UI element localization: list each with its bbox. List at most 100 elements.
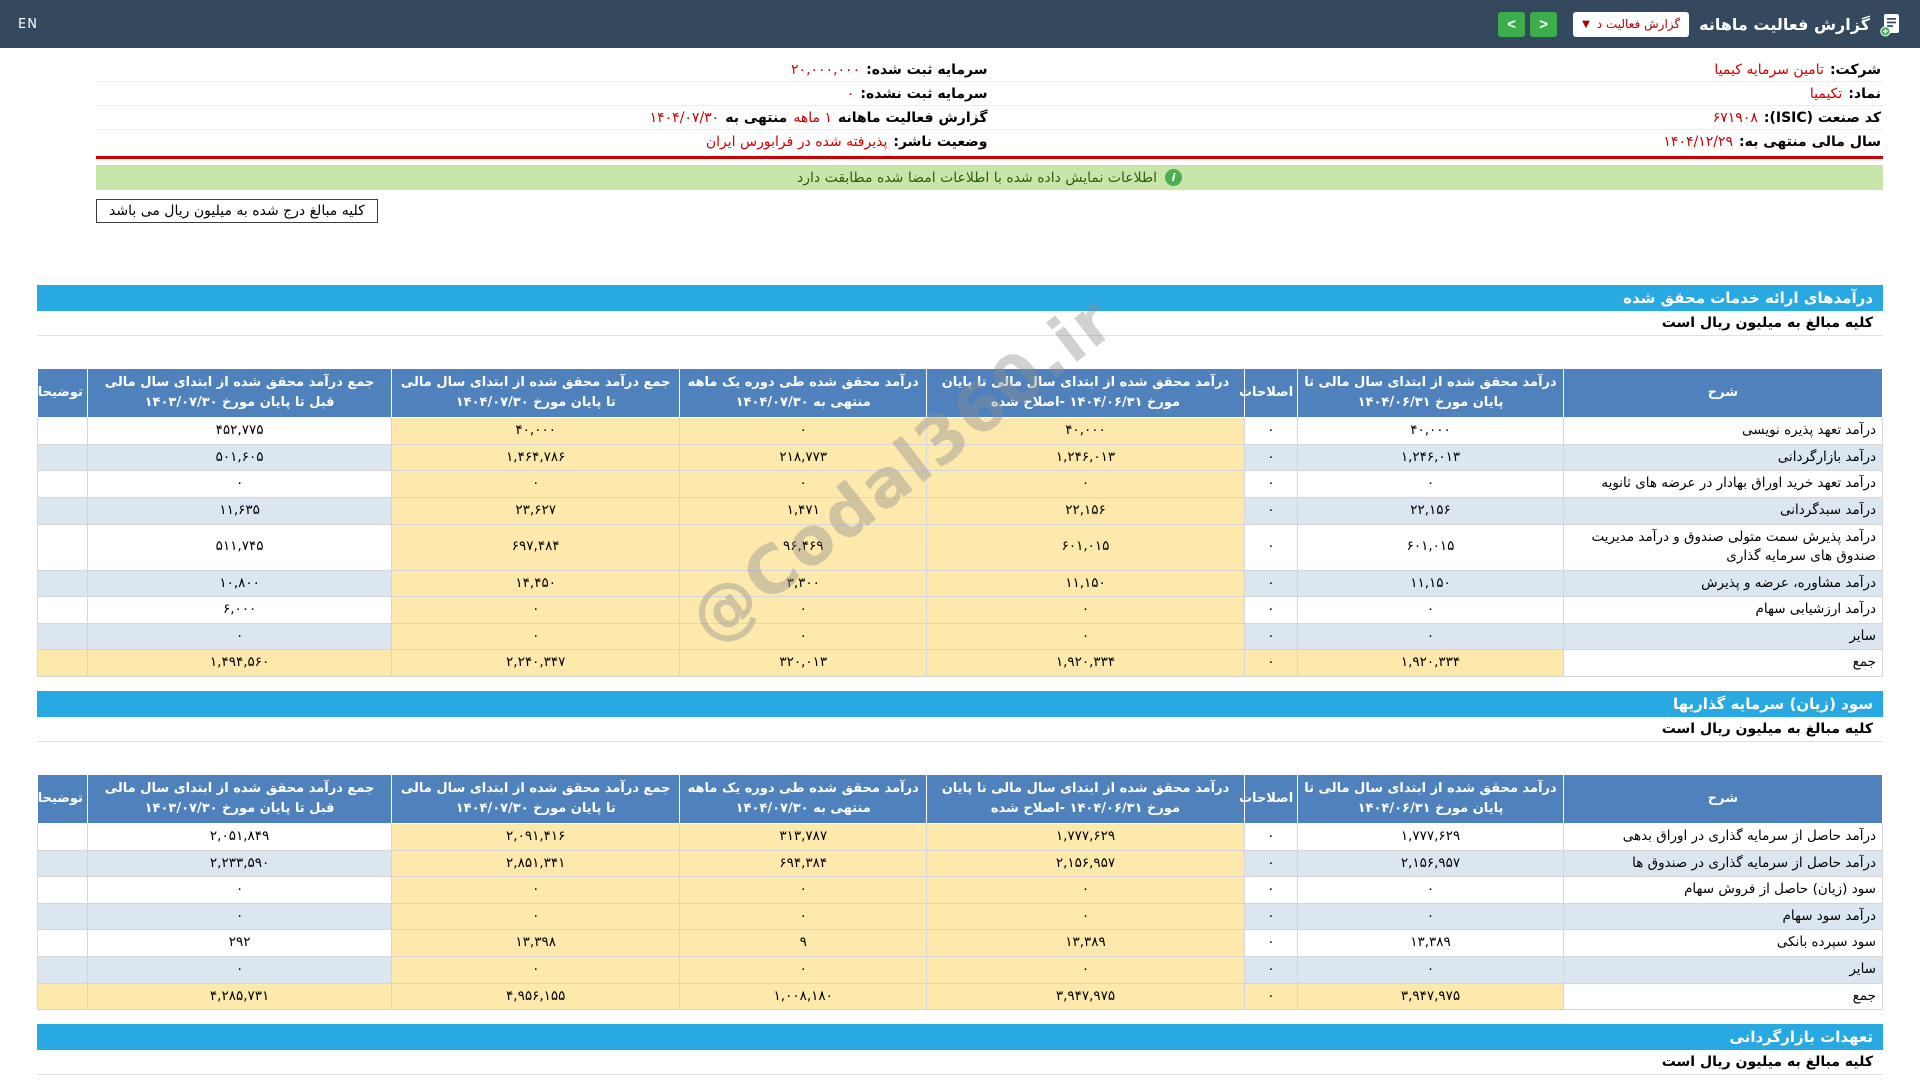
unit-note-row: کلیه مبالغ درج شده به میلیون ریال می باش… xyxy=(96,199,1883,223)
row-label: سایر xyxy=(1563,623,1882,650)
cell-value: ۳,۳۰۰ xyxy=(680,570,927,597)
company-value[interactable]: تامین سرمایه کیمیا xyxy=(1714,62,1824,78)
cell-value: ۴۰,۰۰۰ xyxy=(927,418,1244,445)
report-period-value: ۱ ماهه xyxy=(793,110,832,126)
row-label: درآمد پذیرش سمت متولی صندوق و درآمد مدیر… xyxy=(1563,524,1882,570)
nav-arrow-left-button[interactable]: < xyxy=(1530,12,1557,37)
row-label: درآمد حاصل از سرمایه گذاری در اوراق بدهی xyxy=(1563,824,1882,851)
cell-value: ۰ xyxy=(927,877,1244,904)
cell-value xyxy=(38,983,88,1010)
cell-value xyxy=(38,903,88,930)
cell-value xyxy=(38,930,88,957)
cell-value: ۰ xyxy=(87,623,391,650)
table-row: سود (زیان) حاصل از فروش سهام۰۰۰۰۰۰ xyxy=(38,877,1883,904)
language-toggle[interactable]: EN xyxy=(18,17,38,32)
table-row: سود سپرده بانکی۱۳,۳۸۹۰۱۳,۳۸۹۹۱۳,۳۹۸۲۹۲ xyxy=(38,930,1883,957)
cell-value xyxy=(38,850,88,877)
cell-value: ۳,۹۴۷,۹۷۵ xyxy=(1298,983,1564,1010)
report-type-dropdown[interactable]: گزارش فعالیت د ▼ xyxy=(1573,12,1689,37)
cell-value: ۰ xyxy=(1244,850,1298,877)
table-row: سایر۰۰۰۰۰۰ xyxy=(38,623,1883,650)
cell-value: ۱,۷۷۷,۶۲۹ xyxy=(1298,824,1564,851)
cell-value: ۲,۲۳۳,۵۹۰ xyxy=(87,850,391,877)
cell-value: ۱,۰۰۸,۱۸۰ xyxy=(680,983,927,1010)
table-row: درآمد تعهد پذیره نویسی۴۰,۰۰۰۰۴۰,۰۰۰۰۴۰,۰… xyxy=(38,418,1883,445)
registered-capital-label: سرمایه ثبت شده: xyxy=(866,62,987,78)
cell-value: ۶۰۱,۰۱۵ xyxy=(927,524,1244,570)
info-col-left: سرمایه ثبت شده: ۲۰,۰۰۰,۰۰۰ سرمایه ثبت نش… xyxy=(96,58,990,154)
cell-value: ۲,۱۵۶,۹۵۷ xyxy=(927,850,1244,877)
cell-value: ۲,۸۵۱,۳۴۱ xyxy=(392,850,680,877)
cell-value: ۲۱۸,۷۷۳ xyxy=(680,444,927,471)
fiscal-year-end-row: سال مالی منتهی به: ۱۴۰۴/۱۲/۲۹ xyxy=(990,130,1884,154)
cell-value: ۰ xyxy=(1244,824,1298,851)
cell-value: ۶,۰۰۰ xyxy=(87,597,391,624)
cell-value: ۰ xyxy=(87,471,391,498)
cell-value: ۰ xyxy=(680,623,927,650)
cell-value: ۱۳,۳۸۹ xyxy=(1298,930,1564,957)
column-header: اصلاحات xyxy=(1244,369,1298,418)
unregistered-capital-value: ۰ xyxy=(847,86,855,102)
cell-value: ۰ xyxy=(1244,418,1298,445)
navbar-right-group: گزارش فعالیت ماهانه گزارش فعالیت د ▼ < > xyxy=(1498,12,1902,37)
report-body: درآمدهای ارائه خدمات محقق شده کلیه مبالغ… xyxy=(37,285,1883,1075)
row-label: درآمد ارزشیابی سهام xyxy=(1563,597,1882,624)
table-header-row: شرحدرآمد محقق شده از ابتدای سال مالی تا … xyxy=(38,369,1883,418)
column-header: جمع درآمد محقق شده از ابتدای سال مالی تا… xyxy=(392,369,680,418)
cell-value xyxy=(38,570,88,597)
row-label: سایر xyxy=(1563,957,1882,984)
cell-value: ۶۹۴,۳۸۴ xyxy=(680,850,927,877)
table-row: درآمد مشاوره، عرضه و پذیرش۱۱,۱۵۰۰۱۱,۱۵۰۳… xyxy=(38,570,1883,597)
report-type-dropdown-label: گزارش فعالیت د xyxy=(1597,17,1680,31)
currency-unit-note: کلیه مبالغ درج شده به میلیون ریال می باش… xyxy=(96,199,378,223)
cell-value: ۰ xyxy=(680,471,927,498)
section-market-making-commitments: تعهدات بازارگردانی کلیه مبالغ به میلیون … xyxy=(37,1024,1883,1075)
cell-value xyxy=(38,497,88,524)
section-investment-profit: سود (زیان) سرمایه گذاریها کلیه مبالغ به … xyxy=(37,691,1883,1010)
column-header: اصلاحات xyxy=(1244,774,1298,823)
row-label: سود سپرده بانکی xyxy=(1563,930,1882,957)
signature-match-notice: i اطلاعات نمایش داده شده با اطلاعات امضا… xyxy=(96,165,1883,190)
cell-value: ۰ xyxy=(1298,957,1564,984)
table-row: درآمد ارزشیابی سهام۰۰۰۰۰۶,۰۰۰ xyxy=(38,597,1883,624)
top-navbar: گزارش فعالیت ماهانه گزارش فعالیت د ▼ < >… xyxy=(0,0,1920,48)
table-row: درآمد حاصل از سرمایه گذاری در صندوق ها۲,… xyxy=(38,850,1883,877)
cell-value: ۲,۰۹۱,۴۱۶ xyxy=(392,824,680,851)
section-title-bar: سود (زیان) سرمایه گذاریها xyxy=(37,691,1883,717)
cell-value: ۱۱,۶۳۵ xyxy=(87,497,391,524)
symbol-value: تکیمیا xyxy=(1810,86,1842,102)
cell-value xyxy=(38,650,88,677)
cell-value: ۱۱,۱۵۰ xyxy=(1298,570,1564,597)
info-col-right: شرکت: تامین سرمایه کیمیا نماد: تکیمیا کد… xyxy=(990,58,1884,154)
cell-value xyxy=(38,877,88,904)
registered-capital-value: ۲۰,۰۰۰,۰۰۰ xyxy=(791,62,860,78)
row-label: سود (زیان) حاصل از فروش سهام xyxy=(1563,877,1882,904)
symbol-row: نماد: تکیمیا xyxy=(990,82,1884,106)
cell-value: ۱,۴۷۱ xyxy=(680,497,927,524)
cell-value: ۰ xyxy=(680,957,927,984)
info-icon: i xyxy=(1165,169,1182,186)
row-label: جمع xyxy=(1563,983,1882,1010)
nav-arrow-right-button[interactable]: > xyxy=(1498,12,1525,37)
cell-value: ۲,۱۵۶,۹۵۷ xyxy=(1298,850,1564,877)
cell-value: ۰ xyxy=(1244,650,1298,677)
issuer-status-row: وضعیت ناشر: پذیرفته شده در فرابورس ایران xyxy=(96,130,990,154)
report-period-row: گزارش فعالیت ماهانه ۱ ماهه منتهی به ۱۴۰۴… xyxy=(96,106,990,130)
fiscal-year-end-label: سال مالی منتهی به: xyxy=(1739,134,1881,150)
unregistered-capital-label: سرمایه ثبت نشده: xyxy=(860,86,987,102)
symbol-label: نماد: xyxy=(1848,86,1881,102)
investment-profit-table: شرحدرآمد محقق شده از ابتدای سال مالی تا … xyxy=(37,774,1883,1010)
table-header-row: شرحدرآمد محقق شده از ابتدای سال مالی تا … xyxy=(38,774,1883,823)
cell-value xyxy=(38,597,88,624)
registered-capital-row: سرمایه ثبت شده: ۲۰,۰۰۰,۰۰۰ xyxy=(96,58,990,82)
row-label: جمع xyxy=(1563,650,1882,677)
cell-value: ۴۵۲,۷۷۵ xyxy=(87,418,391,445)
cell-value: ۳۱۳,۷۸۷ xyxy=(680,824,927,851)
signature-match-text: اطلاعات نمایش داده شده با اطلاعات امضا ش… xyxy=(797,170,1157,186)
cell-value: ۰ xyxy=(1244,983,1298,1010)
column-header: درآمد محقق شده از ابتدای سال مالی تا پای… xyxy=(1298,774,1564,823)
cell-value: ۴,۲۸۵,۷۳۱ xyxy=(87,983,391,1010)
section-title-bar: درآمدهای ارائه خدمات محقق شده xyxy=(37,285,1883,311)
table-row: درآمد سود سهام۰۰۰۰۰۰ xyxy=(38,903,1883,930)
row-label: درآمد تعهد خرید اوراق بهادار در عرضه های… xyxy=(1563,471,1882,498)
